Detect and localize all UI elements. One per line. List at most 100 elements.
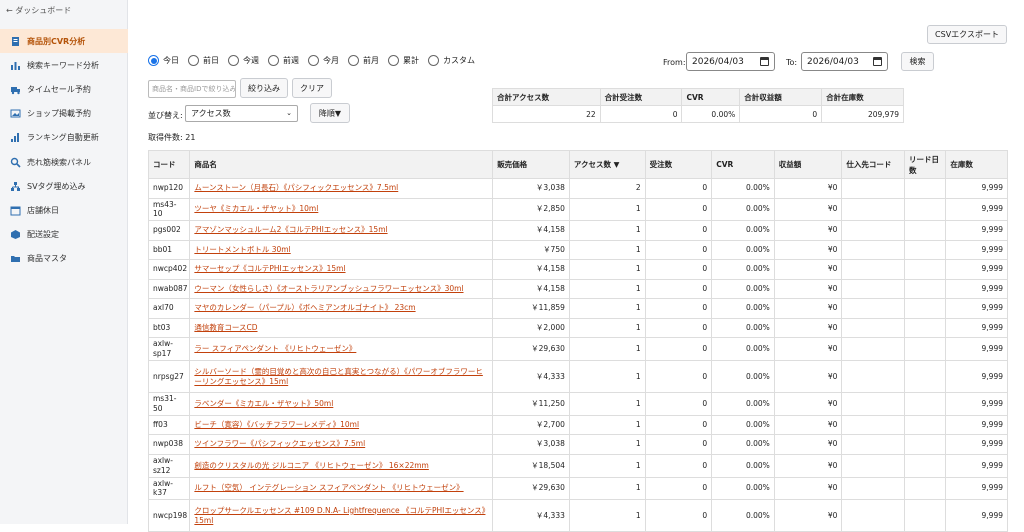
radio-label: カスタム [443, 56, 475, 65]
sidebar-item[interactable]: 店舗休日 [0, 198, 128, 222]
sidebar-item-label: SVタグ埋め込み [27, 181, 86, 191]
column-header: CVR [711, 150, 775, 179]
table-cell: ¥0 [773, 278, 843, 299]
table-cell [841, 197, 905, 221]
radio-button[interactable] [348, 55, 359, 66]
table-row: pgs002 アマゾンマッシュルーム2《コルテPHIエッセンス》15ml ￥4,15… [147, 220, 1008, 241]
back-to-dashboard-link[interactable]: ← ダッシュボード [6, 5, 71, 16]
search-icon [10, 157, 21, 168]
table-row: axlw-k37 ルフト（空気） インテグレーション スフィアペンダント 《リヒト… [147, 476, 1008, 500]
product-link[interactable]: サマーセップ《コルテPHIエッセンス》15ml [194, 264, 345, 273]
calendar-icon[interactable] [760, 57, 769, 66]
table-cell: nwcp402 [147, 259, 191, 280]
from-date-input[interactable]: 2026/04/03 [686, 52, 775, 71]
table-cell [903, 197, 947, 221]
sidebar-item[interactable]: タイムセール予約 [0, 77, 128, 101]
table-cell: nrpsg27 [147, 360, 191, 393]
period-radio-option[interactable]: 累計 [388, 55, 419, 66]
product-filter-input[interactable]: 商品名・商品IDで絞り込み [148, 80, 236, 98]
table-cell: ￥4,158 [492, 278, 570, 299]
table-cell: axlw-sp17 [147, 337, 191, 361]
sidebar-item[interactable]: 配送設定 [0, 223, 128, 247]
table-cell: 9,999 [945, 278, 1008, 299]
product-link[interactable]: ラー スフィアペンダント 《リヒトウェーゼン》 [194, 344, 356, 353]
product-link[interactable]: マヤのカレンダー（パープル）《ボヘミアンオルゴナイト》 23cm [194, 303, 415, 312]
table-row: axlw-sp17 ラー スフィアペンダント 《リヒトウェーゼン》 ￥29,630 1… [147, 337, 1008, 361]
table-cell: 0 [644, 434, 713, 455]
clear-button[interactable]: クリア [292, 78, 332, 98]
sidebar-item[interactable]: 商品マスタ [0, 247, 128, 271]
radio-button[interactable] [308, 55, 319, 66]
table-cell: 0.00% [711, 278, 775, 299]
table-cell: 0.00% [711, 239, 775, 260]
period-radio-option[interactable]: 前日 [188, 55, 219, 66]
table-cell: 1 [568, 278, 646, 299]
table-cell: 0 [644, 239, 713, 260]
product-link[interactable]: 通信教育コースCD [194, 323, 257, 332]
table-cell: ￥29,630 [492, 337, 570, 361]
sidebar-item[interactable]: ランキング自動更新 [0, 126, 128, 150]
table-cell: ラー スフィアペンダント 《リヒトウェーゼン》 [189, 337, 494, 361]
table-cell: 9,999 [945, 392, 1008, 416]
radio-button[interactable] [268, 55, 279, 66]
product-link[interactable]: ウーマン（女性らしさ）《オーストラリアンブッシュフラワーエッセンス》30ml [194, 284, 463, 293]
sidebar-item[interactable]: ショップ掲載予約 [0, 102, 128, 126]
period-radio-option[interactable]: 今週 [228, 55, 259, 66]
table-cell [903, 392, 947, 416]
radio-button[interactable] [428, 55, 439, 66]
sort-select[interactable]: アクセス数 ⌄ [185, 105, 298, 122]
product-link[interactable]: トリートメントボトル 30ml [194, 245, 290, 254]
search-button[interactable]: 検索 [901, 52, 934, 71]
table-cell: ¥0 [773, 453, 843, 478]
table-cell: 9,999 [945, 476, 1008, 500]
table-cell: ¥0 [773, 414, 843, 435]
radio-button[interactable] [148, 55, 159, 66]
csv-export-button[interactable]: CSVエクスポート [927, 25, 1007, 44]
table-cell: 0.00% [711, 476, 775, 500]
sidebar-item[interactable]: 検索キーワード分析 [0, 53, 128, 77]
table-cell: ￥4,158 [492, 259, 570, 280]
product-link[interactable]: クロップサークルエッセンス #109 D.N.A- Lightfrequence… [194, 506, 485, 525]
table-cell: サマーセップ《コルテPHIエッセンス》15ml [189, 259, 494, 280]
summary-value: 209,979 [821, 105, 904, 123]
product-link[interactable]: ツーヤ《ミカエル・ザヤット》10ml [194, 204, 318, 213]
sidebar-item[interactable]: SVタグ埋め込み [0, 174, 128, 198]
period-radio-option[interactable]: 今日 [148, 55, 179, 66]
table-cell: ￥750 [492, 239, 570, 260]
period-radio-option[interactable]: 今月 [308, 55, 339, 66]
filter-button[interactable]: 絞り込み [240, 78, 288, 98]
table-row: ms31-50 ラベンダー《ミカエル・ザヤット》50ml ￥11,250 1 0 0.00… [147, 392, 1008, 416]
sort-order-button[interactable]: 降順▼ [310, 103, 350, 123]
radio-button[interactable] [388, 55, 399, 66]
product-link[interactable]: シルバーソード（霊的目覚めと高次の自己と真実とつながる）《パワーオブフラワーヒー… [194, 367, 482, 386]
table-cell: axl70 [147, 298, 191, 319]
product-link[interactable]: ラベンダー《ミカエル・ザヤット》50ml [194, 399, 333, 408]
period-radio-option[interactable]: 前月 [348, 55, 379, 66]
period-radio-option[interactable]: 前週 [268, 55, 299, 66]
table-cell: 0 [644, 317, 713, 338]
table-cell: 0.00% [711, 220, 775, 241]
sidebar-item[interactable]: 商品別CVR分析 [0, 29, 128, 53]
calendar-icon[interactable] [873, 57, 882, 66]
column-header[interactable]: アクセス数 ▼ [568, 150, 646, 179]
radio-button[interactable] [188, 55, 199, 66]
product-link[interactable]: ツインフラワー《パシフィックエッセンス》7.5ml [194, 439, 365, 448]
product-link[interactable]: ビーチ（寛容）《バッチフラワーレメディ》10ml [194, 420, 359, 429]
to-date-input[interactable]: 2026/04/03 [801, 52, 888, 71]
period-radio-option[interactable]: カスタム [428, 55, 475, 66]
product-link[interactable]: ルフト（空気） インテグレーション スフィアペンダント 《リヒトウェーゼン》 [194, 483, 463, 492]
table-cell: 9,999 [945, 197, 1008, 221]
table-cell: 1 [568, 197, 646, 221]
radio-button[interactable] [228, 55, 239, 66]
table-cell: 1 [568, 239, 646, 260]
summary-table: 合計アクセス数 合計受注数 CVR 合計収益額 合計在庫数 22 0 0.00% 0 209,9… [492, 88, 904, 123]
product-link[interactable]: 創造のクリスタルの光 ジルコニア 《リヒトウェーゼン》 16×22mm [194, 461, 428, 470]
table-cell: 1 [568, 434, 646, 455]
product-link[interactable]: アマゾンマッシュルーム2《コルテPHIエッセンス》15ml [194, 225, 387, 234]
table-cell: 0 [644, 197, 713, 221]
sidebar-item[interactable]: 売れ筋検索パネル [0, 150, 128, 174]
product-link[interactable]: ムーンストーン（月長石）《パシフィックエッセンス》7.5ml [194, 183, 398, 192]
sidebar-item-label: ランキング自動更新 [27, 133, 99, 143]
table-cell: 1 [568, 337, 646, 361]
sort-select-value: アクセス数 [191, 109, 231, 118]
